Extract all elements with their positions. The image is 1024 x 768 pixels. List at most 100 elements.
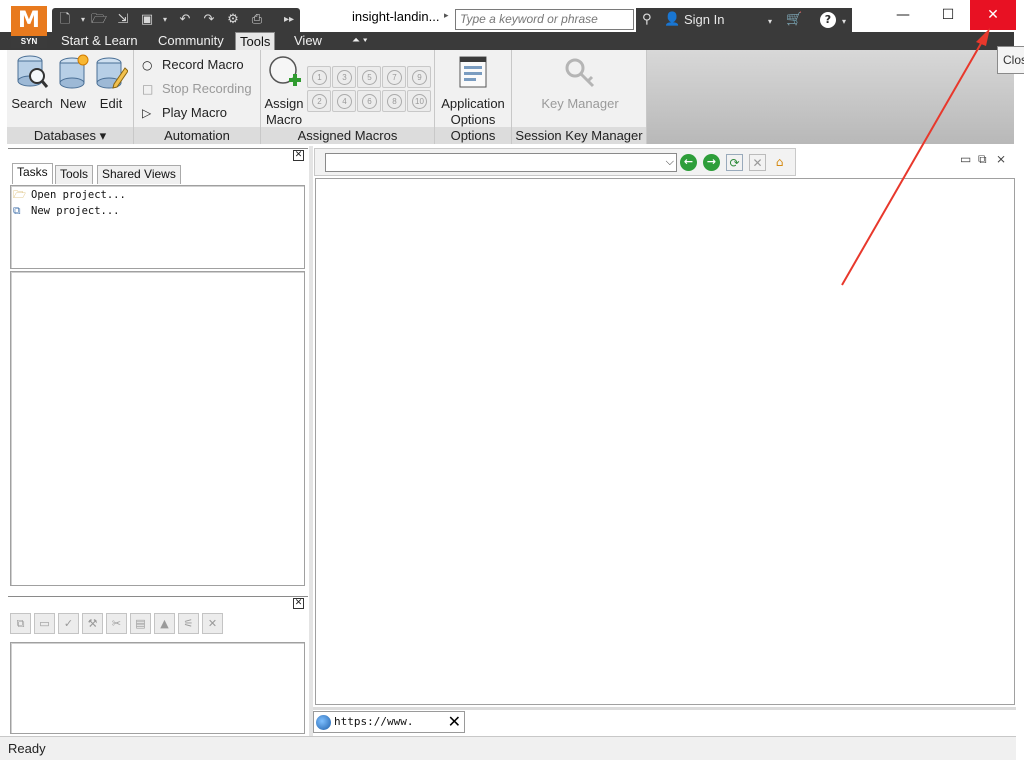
pane-divider bbox=[8, 596, 308, 597]
ribbon-display-options-icon[interactable]: ⏶ ▾ bbox=[348, 32, 372, 50]
open-folder-icon: 🗁 bbox=[13, 189, 27, 201]
copy-icon[interactable]: ⧉ bbox=[10, 613, 31, 634]
settings-icon[interactable]: ⚙ bbox=[224, 12, 242, 28]
search-expand-icon[interactable]: ▸ bbox=[444, 10, 454, 28]
play-macro-label: Play Macro bbox=[162, 105, 228, 120]
undo-icon[interactable]: ↶ bbox=[176, 12, 194, 28]
save-icon[interactable]: ▣ bbox=[138, 12, 156, 28]
document-title: insight-landin... bbox=[352, 9, 440, 24]
open-folder-icon[interactable]: 🗁 bbox=[90, 12, 108, 28]
macro-slot-7[interactable]: 7 bbox=[382, 66, 406, 88]
close-pane-icon[interactable]: ⨯ bbox=[996, 152, 1006, 166]
chevron-down-icon[interactable]: ▾ bbox=[842, 14, 846, 30]
infocenter-toolbar: ⚲ 👤 ▾ 🛒 ? ▾ bbox=[636, 8, 852, 32]
more-commands-icon[interactable]: ▸▸ bbox=[280, 12, 298, 28]
details-panel bbox=[10, 271, 305, 586]
macro-slot-3[interactable]: 3 bbox=[332, 66, 356, 88]
edit-button-label: Edit bbox=[99, 96, 123, 111]
home-icon[interactable]: ⌂ bbox=[771, 154, 788, 171]
tab-shared-views[interactable]: Shared Views bbox=[97, 165, 181, 184]
macro-slot-9[interactable]: 9 bbox=[407, 66, 431, 88]
list-item[interactable]: 🗁 Open project... bbox=[13, 188, 126, 202]
macro-slot-6[interactable]: 6 bbox=[357, 90, 381, 112]
cut-icon[interactable]: ✂ bbox=[106, 613, 127, 634]
macro-slot-4[interactable]: 4 bbox=[332, 90, 356, 112]
address-bar[interactable]: ⌵ bbox=[325, 153, 677, 172]
refresh-icon[interactable]: ⟳ bbox=[726, 154, 743, 171]
macro-slot-grid: 1 3 5 7 9 2 4 6 8 10 bbox=[307, 66, 437, 114]
close-pane-icon[interactable]: ✕ bbox=[293, 150, 304, 161]
assign-macro-button[interactable]: Assign Macro bbox=[263, 54, 305, 128]
search-database-button[interactable]: Search bbox=[11, 54, 53, 112]
record-macro-label: Record Macro bbox=[162, 57, 244, 72]
restore-pane-icon[interactable]: ⧉ bbox=[978, 152, 987, 167]
macro-slot-10[interactable]: 10 bbox=[407, 90, 431, 112]
macro-slot-5[interactable]: 5 bbox=[357, 66, 381, 88]
tab-start-learn[interactable]: Start & Learn bbox=[57, 32, 142, 50]
application-options-icon bbox=[459, 56, 487, 88]
options-label-2: Options bbox=[450, 112, 496, 127]
folder-icon[interactable]: ▭ bbox=[34, 613, 55, 634]
back-icon[interactable]: ← bbox=[680, 154, 697, 171]
tab-community[interactable]: Community bbox=[154, 32, 228, 50]
tab-tools[interactable]: Tools bbox=[235, 32, 276, 50]
play-icon: ▷ bbox=[142, 106, 152, 120]
tab-tools-pane[interactable]: Tools bbox=[55, 165, 94, 184]
new-button-label: New bbox=[59, 96, 86, 111]
delete-icon[interactable]: ✕ bbox=[202, 613, 223, 634]
edit-database-button[interactable]: Edit bbox=[93, 54, 129, 112]
ribbon-tab-bar: Start & Learn Community Tools View ⏶ ▾ bbox=[0, 32, 1014, 50]
record-icon: ○ bbox=[142, 58, 153, 72]
maximize-button[interactable]: ☐ bbox=[925, 0, 971, 30]
lower-content-panel bbox=[10, 642, 305, 734]
pane-splitter[interactable] bbox=[309, 146, 313, 736]
stop-recording-button[interactable]: □ Stop Recording bbox=[142, 79, 252, 99]
macro-slot-1[interactable]: 1 bbox=[307, 66, 331, 88]
assign-label-1: Assign bbox=[264, 96, 304, 111]
help-icon[interactable]: ? bbox=[820, 12, 836, 28]
play-macro-button[interactable]: ▷ Play Macro bbox=[142, 103, 227, 123]
key-manager-button[interactable]: Key Manager bbox=[532, 54, 628, 112]
tasks-list: 🗁 Open project... ⧉ New project... bbox=[10, 185, 305, 269]
browser-content[interactable] bbox=[315, 178, 1015, 705]
print-icon[interactable]: ⎙ bbox=[248, 12, 266, 28]
properties-icon[interactable]: ▤ bbox=[130, 613, 151, 634]
wrench-icon[interactable]: ⚒ bbox=[82, 613, 103, 634]
status-text: Ready bbox=[8, 741, 46, 756]
minimize-pane-icon[interactable]: ▭ bbox=[960, 152, 971, 166]
panel-title-databases[interactable]: Databases ▾ bbox=[7, 127, 133, 144]
binoculars-icon[interactable]: ⚲ bbox=[642, 12, 652, 28]
close-button[interactable]: ✕ bbox=[970, 0, 1016, 30]
quick-access-toolbar: 🗋 ▾ 🗁 ⇲ ▣ ▾ ↶ ↷ ⚙ ⎙ ▸▸ bbox=[52, 8, 300, 32]
record-macro-button[interactable]: ○ Record Macro bbox=[142, 55, 244, 75]
chevron-down-icon[interactable]: ▾ bbox=[156, 12, 174, 28]
new-document-icon[interactable]: 🗋 bbox=[56, 12, 74, 28]
user-icon[interactable]: 👤 bbox=[664, 12, 680, 28]
filter-icon[interactable]: ⚟ bbox=[178, 613, 199, 634]
app-menu-button[interactable]: M SYN bbox=[11, 6, 47, 48]
forward-icon[interactable]: → bbox=[703, 154, 720, 171]
search-input[interactable]: Type a keyword or phrase bbox=[455, 9, 634, 30]
tab-tasks[interactable]: Tasks bbox=[12, 163, 53, 184]
chevron-down-icon[interactable]: ⌵ bbox=[666, 155, 674, 169]
sign-in-link[interactable]: Sign In bbox=[684, 12, 724, 27]
chevron-down-icon[interactable]: ▾ bbox=[768, 14, 772, 30]
collapse-icon[interactable]: ▲ bbox=[154, 613, 175, 634]
check-icon[interactable]: ✓ bbox=[58, 613, 79, 634]
application-options-button[interactable]: Application Options bbox=[437, 54, 509, 128]
list-item[interactable]: ⧉ New project... bbox=[13, 204, 120, 218]
macro-slot-2[interactable]: 2 bbox=[307, 90, 331, 112]
document-tab[interactable]: https://www. auto... ✕ bbox=[313, 711, 465, 748]
panel-assigned-macros: Assign Macro 1 3 5 7 9 2 4 6 8 10 Assign… bbox=[261, 50, 435, 144]
redo-icon[interactable]: ↷ bbox=[200, 12, 218, 28]
close-tab-icon[interactable]: ✕ bbox=[448, 712, 461, 732]
minimize-button[interactable]: — bbox=[880, 0, 926, 30]
cart-icon[interactable]: 🛒 bbox=[786, 12, 802, 28]
key-icon bbox=[565, 58, 595, 88]
new-database-button[interactable]: New bbox=[55, 54, 91, 112]
import-icon[interactable]: ⇲ bbox=[114, 12, 132, 28]
stop-icon[interactable]: ✕ bbox=[749, 154, 766, 171]
tab-view[interactable]: View bbox=[290, 32, 326, 50]
close-pane-icon[interactable]: ✕ bbox=[293, 598, 304, 609]
macro-slot-8[interactable]: 8 bbox=[382, 90, 406, 112]
